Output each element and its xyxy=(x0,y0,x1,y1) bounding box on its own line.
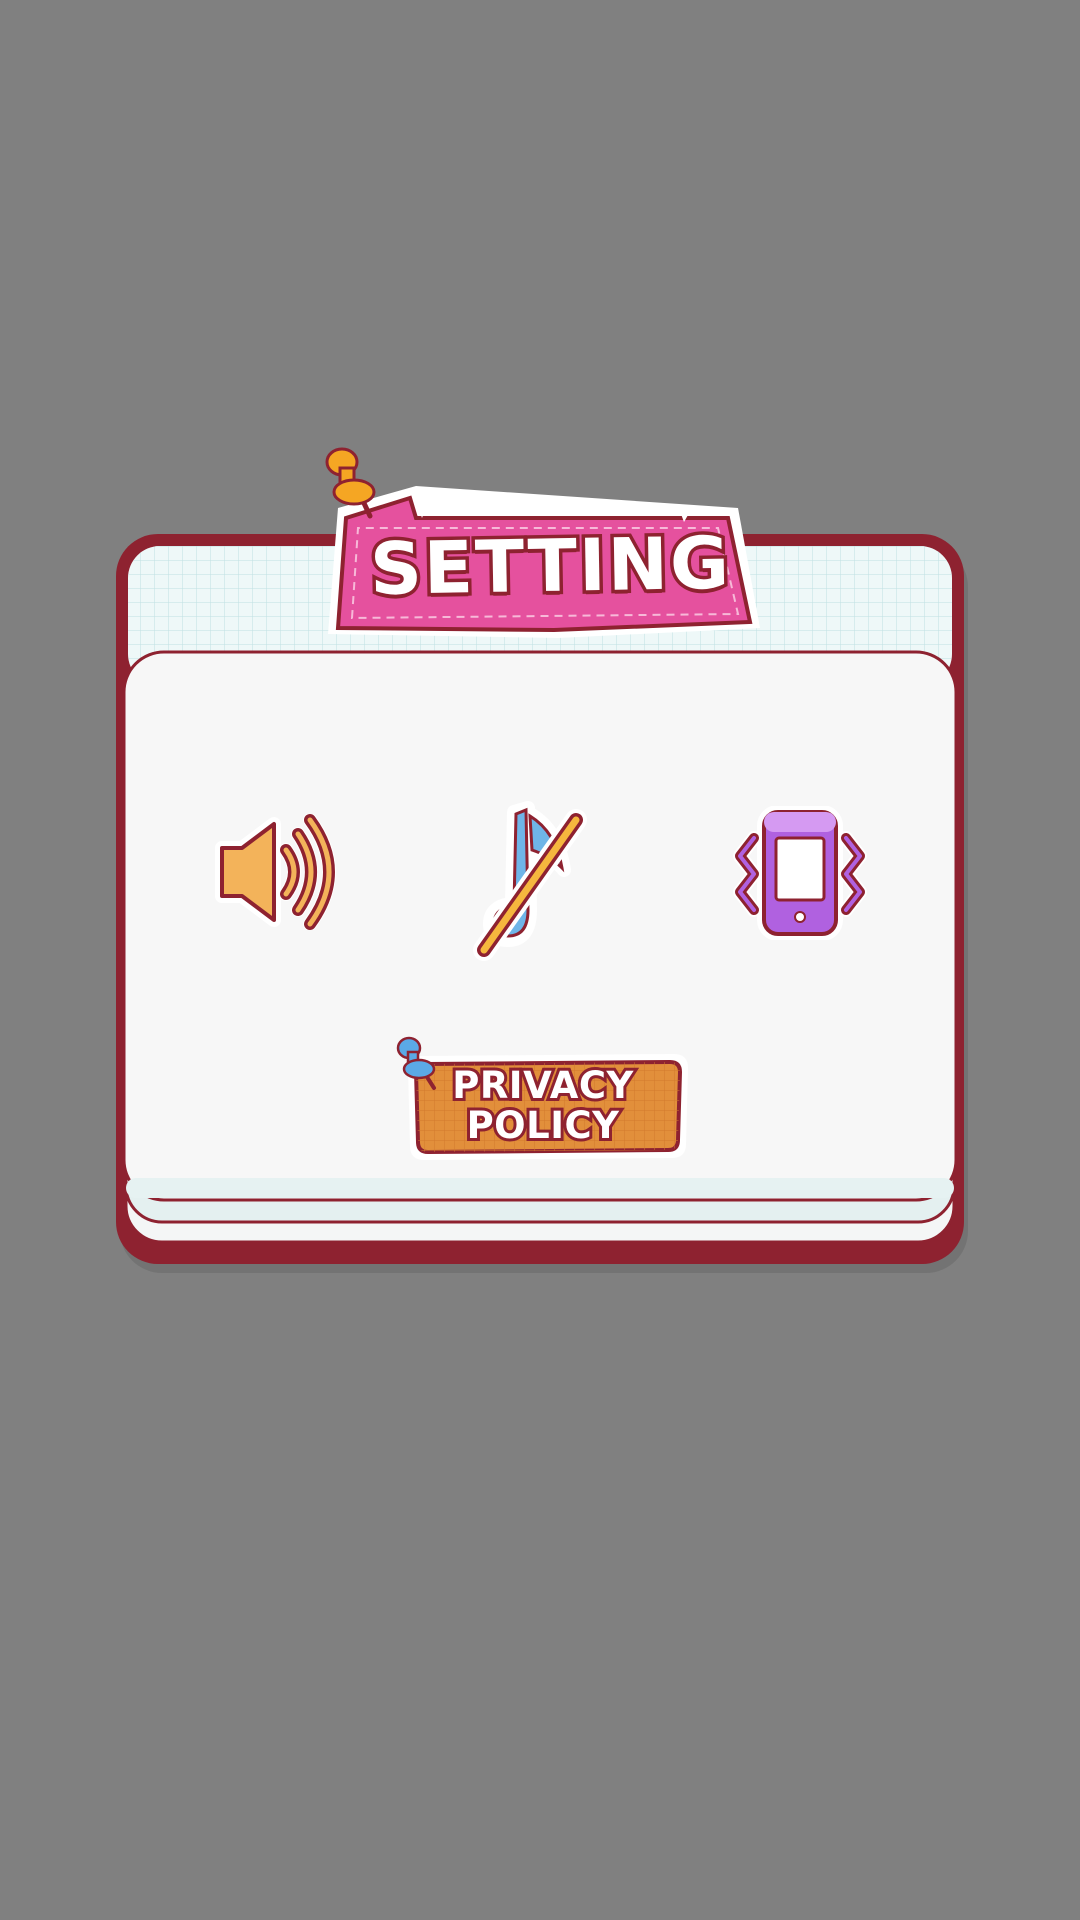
music-toggle-button[interactable] xyxy=(468,800,594,964)
phone-vibrate-icon xyxy=(733,805,867,941)
sound-toggle-button[interactable] xyxy=(214,813,344,931)
privacy-policy-label: PRIVACY POLICY xyxy=(420,1063,666,1149)
dialog-title: SETTING xyxy=(366,517,735,614)
vibration-toggle-button[interactable] xyxy=(730,805,870,941)
privacy-label-line1: PRIVACY xyxy=(449,1063,636,1109)
pushpin-icon xyxy=(325,447,376,519)
speaker-on-icon xyxy=(215,813,336,931)
music-off-icon xyxy=(473,801,587,961)
settings-screen: SETTING PRIVACY POLICY xyxy=(0,0,1080,1920)
privacy-label-line2: POLICY xyxy=(464,1103,622,1149)
